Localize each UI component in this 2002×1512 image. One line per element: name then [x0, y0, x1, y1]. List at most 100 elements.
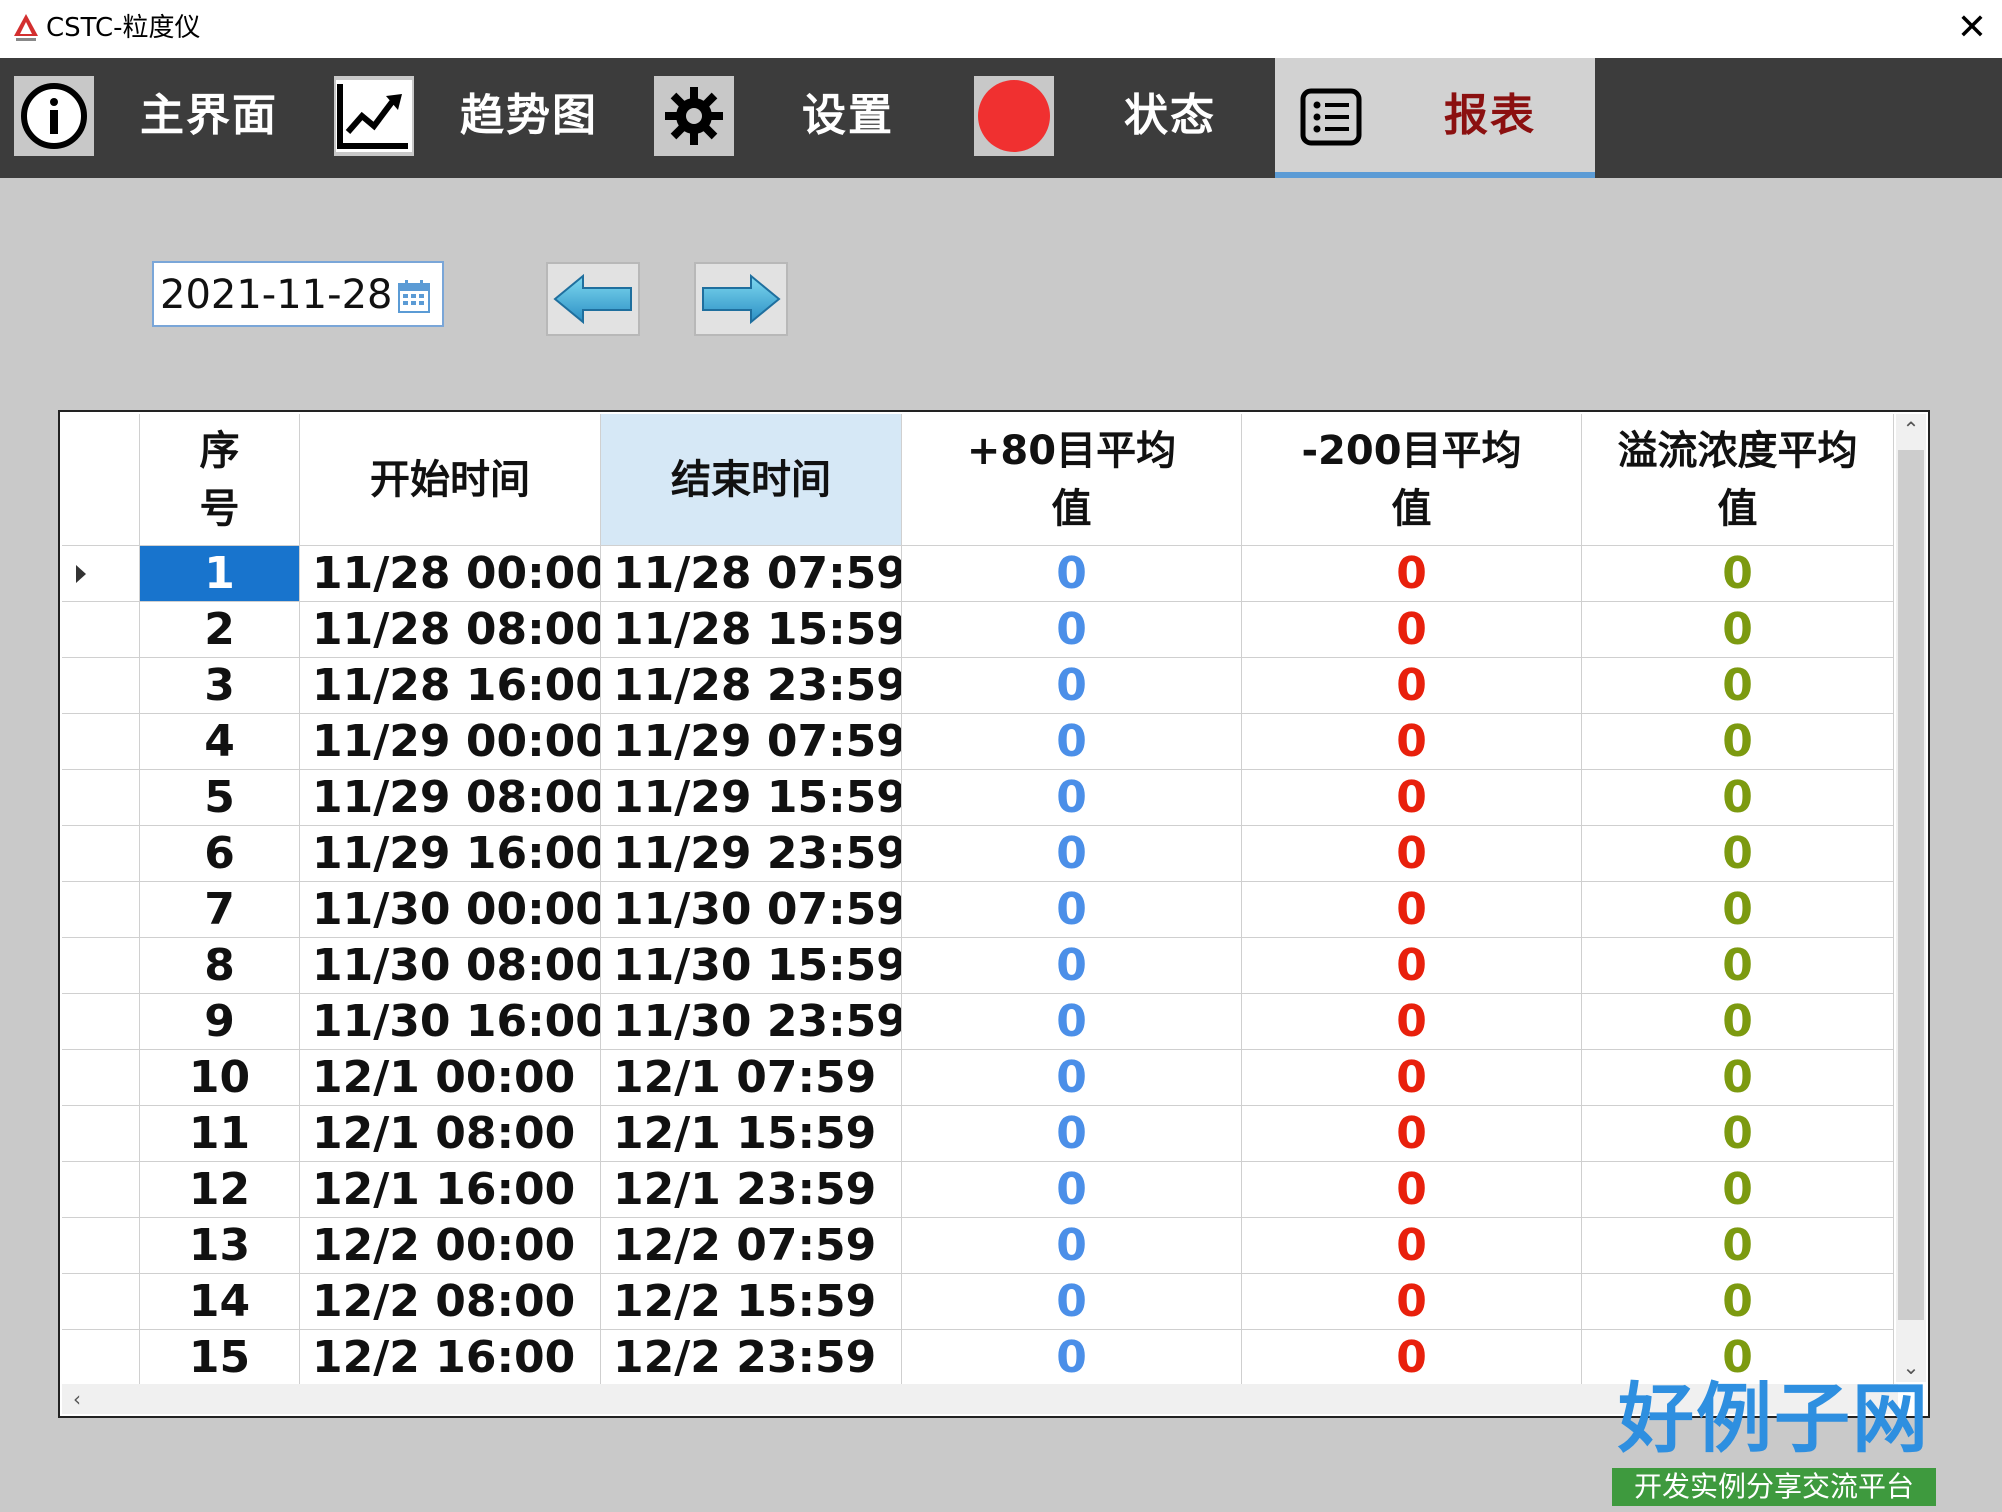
vertical-scroll-thumb[interactable]: [1898, 450, 1924, 1320]
cell-overflow[interactable]: 0: [1582, 1050, 1894, 1106]
cell-no[interactable]: 15: [140, 1330, 300, 1386]
cell-end[interactable]: 11/30 23:59: [601, 994, 902, 1050]
cell-overflow[interactable]: 0: [1582, 602, 1894, 658]
cell-end[interactable]: 11/30 15:59: [601, 938, 902, 994]
cell-plus80[interactable]: 0: [902, 658, 1242, 714]
cell-plus80[interactable]: 0: [902, 1050, 1242, 1106]
cell-plus80[interactable]: 0: [902, 546, 1242, 602]
cell-no[interactable]: 3: [140, 658, 300, 714]
cell-plus80[interactable]: 0: [902, 1274, 1242, 1330]
row-header[interactable]: [62, 1330, 140, 1386]
cell-no[interactable]: 8: [140, 938, 300, 994]
cell-start[interactable]: 12/2 00:00: [300, 1218, 601, 1274]
cell-minus200[interactable]: 0: [1242, 546, 1582, 602]
cell-minus200[interactable]: 0: [1242, 938, 1582, 994]
cell-overflow[interactable]: 0: [1582, 882, 1894, 938]
row-header[interactable]: [62, 938, 140, 994]
column-header-overflow[interactable]: 溢流浓度平均 值: [1582, 414, 1894, 546]
cell-overflow[interactable]: 0: [1582, 770, 1894, 826]
cell-end[interactable]: 11/28 23:59: [601, 658, 902, 714]
cell-start[interactable]: 12/1 00:00: [300, 1050, 601, 1106]
date-picker[interactable]: 2021-11-28: [152, 261, 444, 327]
cell-end[interactable]: 11/28 15:59: [601, 602, 902, 658]
cell-overflow[interactable]: 0: [1582, 826, 1894, 882]
cell-plus80[interactable]: 0: [902, 770, 1242, 826]
cell-plus80[interactable]: 0: [902, 1330, 1242, 1386]
tab-trend[interactable]: 趋势图: [460, 86, 598, 146]
row-header[interactable]: [62, 602, 140, 658]
cell-start[interactable]: 11/28 08:00: [300, 602, 601, 658]
tab-settings[interactable]: 设置: [802, 86, 894, 146]
cell-end[interactable]: 11/29 23:59: [601, 826, 902, 882]
status-red-dot-icon[interactable]: [974, 76, 1054, 156]
cell-end[interactable]: 12/1 15:59: [601, 1106, 902, 1162]
cell-no[interactable]: 12: [140, 1162, 300, 1218]
cell-plus80[interactable]: 0: [902, 938, 1242, 994]
column-header-minus200[interactable]: -200目平均 值: [1242, 414, 1582, 546]
prev-day-button[interactable]: [546, 262, 640, 336]
cell-start[interactable]: 12/2 08:00: [300, 1274, 601, 1330]
gear-icon[interactable]: [654, 76, 734, 156]
row-header[interactable]: [62, 658, 140, 714]
cell-overflow[interactable]: 0: [1582, 714, 1894, 770]
cell-overflow[interactable]: 0: [1582, 1106, 1894, 1162]
cell-minus200[interactable]: 0: [1242, 714, 1582, 770]
cell-start[interactable]: 11/29 00:00: [300, 714, 601, 770]
tab-main[interactable]: 主界面: [140, 86, 278, 146]
column-header-end[interactable]: 结束时间: [601, 414, 902, 546]
cell-no[interactable]: 4: [140, 714, 300, 770]
cell-overflow[interactable]: 0: [1582, 1162, 1894, 1218]
tab-report[interactable]: 报表: [1444, 86, 1536, 146]
cell-no[interactable]: 5: [140, 770, 300, 826]
cell-start[interactable]: 12/1 16:00: [300, 1162, 601, 1218]
cell-end[interactable]: 11/29 07:59: [601, 714, 902, 770]
cell-minus200[interactable]: 0: [1242, 1274, 1582, 1330]
cell-start[interactable]: 11/29 16:00: [300, 826, 601, 882]
cell-minus200[interactable]: 0: [1242, 1162, 1582, 1218]
cell-no[interactable]: 6: [140, 826, 300, 882]
cell-minus200[interactable]: 0: [1242, 882, 1582, 938]
cell-minus200[interactable]: 0: [1242, 1050, 1582, 1106]
cell-start[interactable]: 11/28 00:00: [300, 546, 601, 602]
cell-minus200[interactable]: 0: [1242, 826, 1582, 882]
cell-start[interactable]: 11/30 08:00: [300, 938, 601, 994]
cell-end[interactable]: 12/2 07:59: [601, 1218, 902, 1274]
row-header[interactable]: [62, 1162, 140, 1218]
cell-overflow[interactable]: 0: [1582, 1218, 1894, 1274]
cell-no[interactable]: 13: [140, 1218, 300, 1274]
cell-no[interactable]: 14: [140, 1274, 300, 1330]
scroll-left-icon[interactable]: ‹: [62, 1384, 92, 1414]
cell-end[interactable]: 11/30 07:59: [601, 882, 902, 938]
cell-overflow[interactable]: 0: [1582, 658, 1894, 714]
cell-minus200[interactable]: 0: [1242, 994, 1582, 1050]
cell-start[interactable]: 11/28 16:00: [300, 658, 601, 714]
report-list-icon[interactable]: [1300, 88, 1362, 146]
cell-minus200[interactable]: 0: [1242, 1218, 1582, 1274]
cell-plus80[interactable]: 0: [902, 1218, 1242, 1274]
row-header[interactable]: [62, 714, 140, 770]
cell-end[interactable]: 12/2 15:59: [601, 1274, 902, 1330]
row-header[interactable]: [62, 770, 140, 826]
cell-minus200[interactable]: 0: [1242, 1106, 1582, 1162]
cell-start[interactable]: 12/2 16:00: [300, 1330, 601, 1386]
row-header[interactable]: [62, 1050, 140, 1106]
row-header[interactable]: [62, 994, 140, 1050]
cell-no[interactable]: 1: [140, 546, 300, 602]
tab-status[interactable]: 状态: [1124, 86, 1216, 146]
calendar-icon[interactable]: [398, 279, 430, 313]
cell-plus80[interactable]: 0: [902, 826, 1242, 882]
cell-overflow[interactable]: 0: [1582, 1274, 1894, 1330]
cell-plus80[interactable]: 0: [902, 994, 1242, 1050]
cell-minus200[interactable]: 0: [1242, 770, 1582, 826]
column-header-start[interactable]: 开始时间: [300, 414, 601, 546]
cell-start[interactable]: 11/29 08:00: [300, 770, 601, 826]
column-header-plus80[interactable]: +80目平均 值: [902, 414, 1242, 546]
row-header[interactable]: [62, 826, 140, 882]
cell-end[interactable]: 11/29 15:59: [601, 770, 902, 826]
vertical-scrollbar[interactable]: ⌃ ⌄: [1896, 414, 1926, 1382]
report-grid[interactable]: 序 号开始时间 结束时间 +80目平均 值 -200目平均 值溢流浓度平均 值 1 11/…: [58, 410, 1930, 1418]
cell-minus200[interactable]: 0: [1242, 1330, 1582, 1386]
next-day-button[interactable]: [694, 262, 788, 336]
cell-no[interactable]: 9: [140, 994, 300, 1050]
scroll-up-icon[interactable]: ⌃: [1896, 414, 1926, 444]
